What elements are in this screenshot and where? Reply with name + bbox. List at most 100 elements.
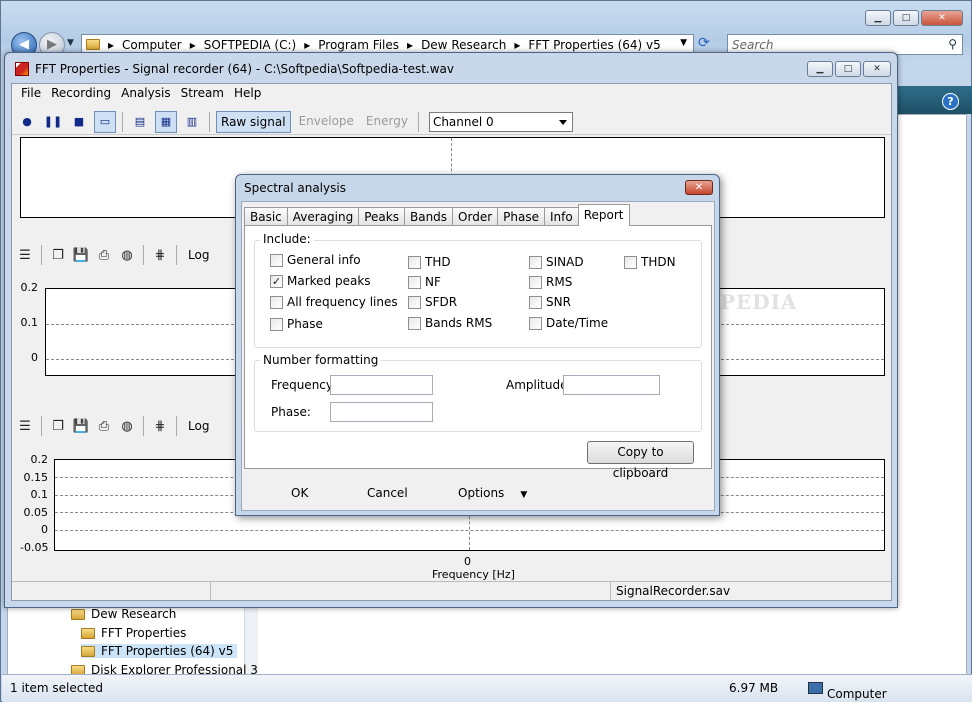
checkbox-nf[interactable]: NF: [408, 275, 441, 289]
checkbox-icon: [529, 295, 542, 309]
print-icon[interactable]: ⎙: [95, 417, 113, 435]
copy-icon[interactable]: ❐: [49, 417, 67, 435]
phase-input[interactable]: [330, 402, 433, 422]
tab-info[interactable]: Info: [544, 207, 579, 226]
cursor-icon[interactable]: ⋕: [151, 246, 169, 264]
breadcrumb-item[interactable]: SOFTPEDIA (C:): [204, 38, 297, 52]
refresh-icon[interactable]: ⟳: [698, 35, 710, 51]
tab-basic[interactable]: Basic: [244, 207, 288, 226]
tab-report[interactable]: Report: [577, 204, 630, 226]
close-icon[interactable]: ✕: [685, 180, 713, 195]
log-button[interactable]: Log: [184, 419, 213, 433]
checkbox-date-time[interactable]: Date/Time: [529, 316, 608, 330]
history-dropdown-icon[interactable]: ▼: [67, 38, 74, 48]
cursor-icon[interactable]: ⋕: [151, 417, 169, 435]
tab-peaks[interactable]: Peaks: [358, 207, 405, 226]
options-button[interactable]: Options ▼: [458, 486, 527, 500]
checkbox-thd[interactable]: THD: [408, 255, 451, 269]
toolbar-separator: [176, 245, 177, 265]
status-divider: [210, 582, 211, 600]
menu-file[interactable]: File: [16, 84, 46, 104]
amplitude-input[interactable]: [563, 375, 660, 395]
checkbox-marked-peaks[interactable]: ✓ Marked peaks: [270, 274, 371, 288]
list-icon[interactable]: ☰: [16, 246, 34, 264]
checkbox-label: SFDR: [425, 295, 458, 309]
checkbox-label: RMS: [546, 275, 573, 289]
address-dropdown-icon[interactable]: ▼: [680, 38, 687, 48]
minimize-icon[interactable]: ▁: [807, 61, 833, 77]
main-toolbar: ● ❚❚ ■ ▭ ▤ ▦ ▥ Raw signal Envelope Energ…: [12, 109, 891, 135]
breadcrumb-sep-icon: ▸: [189, 37, 196, 52]
view-table-icon[interactable]: ▥: [181, 111, 203, 133]
checkbox-sinad[interactable]: SINAD: [529, 255, 584, 269]
stop-icon[interactable]: ■: [68, 111, 90, 133]
tree-item[interactable]: FFT Properties: [81, 626, 186, 640]
app-titlebar[interactable]: FFT Properties - Signal recorder (64) - …: [5, 53, 897, 85]
checkbox-rms[interactable]: RMS: [529, 275, 572, 289]
save-icon[interactable]: 💾: [72, 246, 90, 264]
frequency-input[interactable]: [330, 375, 433, 395]
maximize-icon[interactable]: □: [893, 10, 919, 26]
amplitude-label: Amplitude:: [506, 378, 572, 392]
tree-item-label: Dew Research: [91, 607, 177, 621]
checkbox-all-frequency-lines[interactable]: All frequency lines: [270, 295, 398, 309]
checkbox-sfdr[interactable]: SFDR: [408, 295, 457, 309]
checkbox-general-info[interactable]: General info: [270, 253, 361, 267]
channel-select[interactable]: Channel 0: [428, 111, 573, 132]
pause-icon[interactable]: ❚❚: [42, 111, 64, 133]
menu-help[interactable]: Help: [229, 84, 266, 104]
print-icon[interactable]: ⎙: [95, 246, 113, 264]
checkbox-bands-rms[interactable]: Bands RMS: [408, 316, 492, 330]
cancel-button[interactable]: Cancel: [367, 486, 408, 500]
view-spectrum-icon[interactable]: ▦: [155, 110, 177, 133]
tree-item[interactable]: Dew Research: [71, 607, 176, 621]
minimize-icon[interactable]: ▁: [865, 10, 891, 26]
tab-phase[interactable]: Phase: [497, 207, 545, 226]
search-icon[interactable]: ⚲: [948, 37, 957, 51]
checkbox-snr[interactable]: SNR: [529, 295, 571, 309]
status-location: Computer: [808, 681, 887, 701]
ok-button[interactable]: OK: [291, 486, 308, 500]
y-tick-label: 0.2: [30, 453, 49, 466]
checkbox-label: NF: [425, 275, 441, 289]
breadcrumb-item[interactable]: Dew Research: [421, 38, 506, 52]
checkbox-phase[interactable]: Phase: [270, 317, 323, 331]
menu-recording[interactable]: Recording: [46, 84, 116, 104]
list-icon[interactable]: ☰: [16, 417, 34, 435]
tab-averaging[interactable]: Averaging: [286, 207, 360, 226]
envelope-button[interactable]: Envelope: [295, 111, 358, 133]
energy-button[interactable]: Energy: [362, 111, 412, 133]
view-waveform-icon[interactable]: ▤: [129, 111, 151, 133]
y-tick-label: 0: [41, 523, 48, 536]
tab-order[interactable]: Order: [452, 207, 499, 226]
copy-to-clipboard-button[interactable]: Copy to clipboard: [587, 441, 694, 480]
menu-analysis[interactable]: Analysis: [116, 84, 175, 104]
chevron-down-icon: ▼: [520, 490, 528, 500]
maximize-icon[interactable]: □: [835, 61, 861, 77]
breadcrumb-item[interactable]: Program Files: [318, 38, 399, 52]
frequency-label: Frequency:: [271, 378, 337, 392]
breadcrumb-item[interactable]: Computer: [122, 38, 182, 52]
copy-icon[interactable]: ❐: [49, 246, 67, 264]
record-icon[interactable]: ●: [16, 111, 38, 133]
tab-bands[interactable]: Bands: [403, 207, 454, 226]
tree-item-selected[interactable]: FFT Properties (64) v5: [81, 644, 238, 658]
toolbar-separator: [143, 416, 144, 436]
display-mode-icon[interactable]: ▭: [94, 110, 116, 133]
close-icon[interactable]: ✕: [863, 61, 891, 77]
status-selection: 1 item selected: [10, 681, 104, 695]
checkbox-label: All frequency lines: [287, 295, 398, 309]
checkbox-icon: [529, 255, 542, 269]
breadcrumb-item[interactable]: FFT Properties (64) v5: [528, 38, 660, 52]
menu-stream[interactable]: Stream: [176, 84, 229, 104]
web-icon[interactable]: ◍: [118, 417, 136, 435]
include-label: Include:: [260, 232, 314, 246]
save-icon[interactable]: 💾: [72, 417, 90, 435]
log-button[interactable]: Log: [184, 248, 213, 262]
web-icon[interactable]: ◍: [118, 246, 136, 264]
explorer-status-bar: 1 item selected 6.97 MB Computer: [2, 674, 972, 702]
help-icon[interactable]: ?: [942, 93, 959, 110]
checkbox-thdn[interactable]: THDN: [624, 255, 676, 269]
raw-signal-button[interactable]: Raw signal: [216, 110, 291, 133]
close-icon[interactable]: ✕: [921, 10, 963, 26]
